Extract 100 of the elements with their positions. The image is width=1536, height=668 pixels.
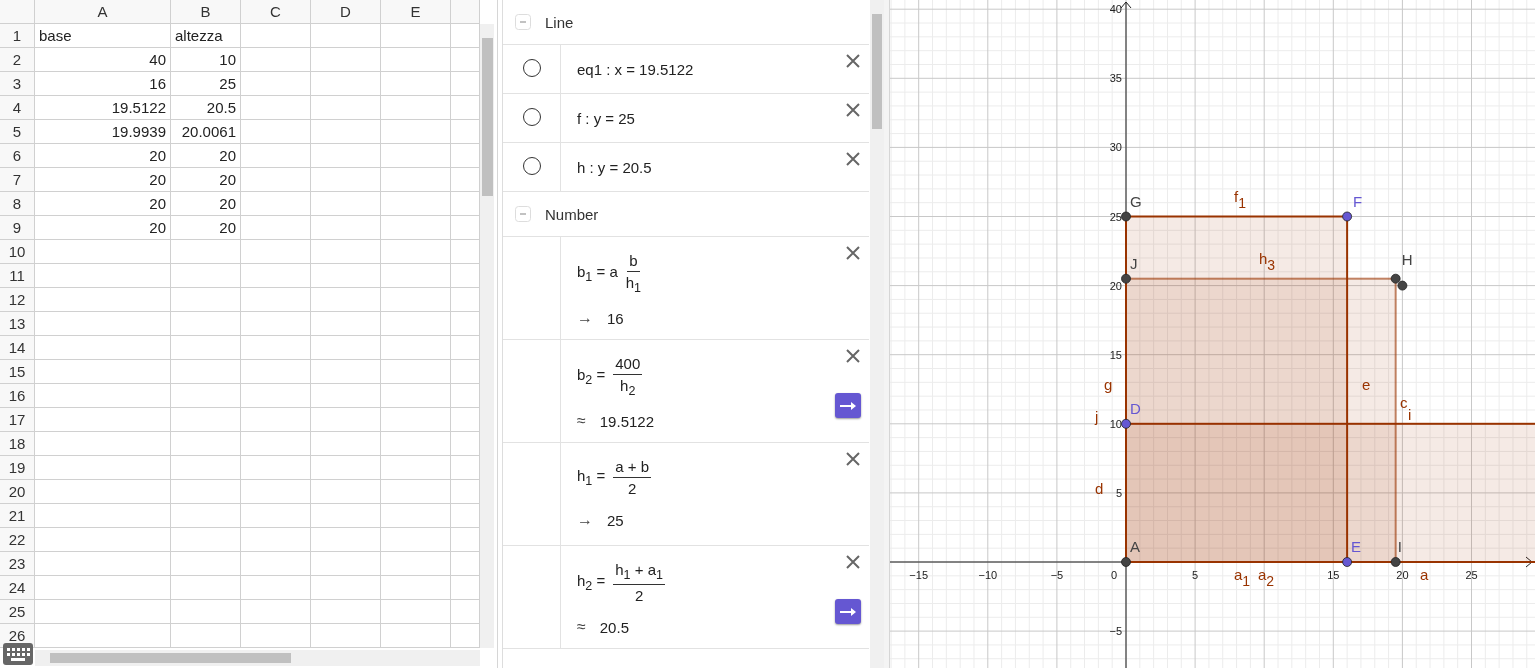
point-marker[interactable] <box>1342 557 1352 567</box>
empty-cell <box>311 168 381 192</box>
axis-tick-label: 35 <box>1109 72 1122 85</box>
axis-tick-label: 25 <box>1109 210 1122 223</box>
empty-cell <box>241 552 311 576</box>
graph-view[interactable]: −15 −10 −5 0 5 15 20 25 40 35 30 25 20 15 10 5 −5 f1 h3 g j e c i d a1 a2 a G F J H D A E I <box>890 0 1535 668</box>
axis-tick-label: −15 <box>909 569 929 581</box>
row-header[interactable]: 19 <box>0 456 35 480</box>
output-toggle-button[interactable] <box>835 599 861 624</box>
result-symbol: → <box>577 309 593 327</box>
empty-cell <box>171 600 241 624</box>
result-symbol: ≈ <box>577 618 586 636</box>
row-header[interactable]: 21 <box>0 504 35 528</box>
point-marker[interactable] <box>1390 273 1401 284</box>
formula-text: h$_{2}$ = <box>577 572 606 593</box>
empty-cell <box>171 528 241 552</box>
empty-cell <box>381 168 451 192</box>
empty-cell <box>171 624 241 648</box>
vertical-scrollbar[interactable] <box>480 24 494 648</box>
empty-cell <box>311 72 381 96</box>
empty-cell <box>311 432 381 456</box>
row-header[interactable]: 17 <box>0 408 35 432</box>
column-header[interactable]: A <box>35 0 171 24</box>
empty-cell <box>311 336 381 360</box>
empty-cell <box>171 288 241 312</box>
object-label: h3 <box>1259 250 1276 273</box>
column-header[interactable]: D <box>311 0 381 24</box>
empty-cell <box>381 576 451 600</box>
point-marker[interactable] <box>1397 280 1408 291</box>
row-header[interactable]: 14 <box>0 336 35 360</box>
row-header[interactable]: 16 <box>0 384 35 408</box>
row-header[interactable]: 23 <box>0 552 35 576</box>
empty-cell <box>241 144 311 168</box>
empty-cell <box>171 552 241 576</box>
empty-cell <box>311 216 381 240</box>
row-header[interactable]: 11 <box>0 264 35 288</box>
point-marker[interactable] <box>1121 557 1131 567</box>
column-header[interactable]: B <box>171 0 241 24</box>
point-marker[interactable] <box>1121 418 1131 429</box>
empty-cell <box>241 408 311 432</box>
empty-cell <box>241 48 311 72</box>
empty-cell <box>381 192 451 216</box>
row-header[interactable]: 25 <box>0 600 35 624</box>
row-header[interactable]: 20 <box>0 480 35 504</box>
empty-cell <box>241 168 311 192</box>
empty-cell <box>171 264 241 288</box>
row-header[interactable]: 6 <box>0 144 35 168</box>
empty-cell <box>241 216 311 240</box>
horizontal-scrollbar[interactable] <box>35 650 480 666</box>
row-header[interactable]: 2 <box>0 48 35 72</box>
algebra-row[interactable]: h$_{2}$ = h$_{1}$ + a$_{1}$ 2 ≈ 20.5 <box>503 546 869 649</box>
object-label: f1 <box>1234 188 1246 211</box>
object-label: i <box>1408 406 1412 423</box>
row-header[interactable]: 10 <box>0 240 35 264</box>
point-marker[interactable] <box>1342 211 1352 222</box>
column-header[interactable]: E <box>381 0 451 24</box>
row-header[interactable]: 7 <box>0 168 35 192</box>
row-header[interactable]: 1 <box>0 24 35 48</box>
empty-cell <box>171 432 241 456</box>
table-cell: altezza <box>171 24 241 48</box>
vertical-scrollbar[interactable] <box>870 0 884 668</box>
column-header[interactable]: C <box>241 0 311 24</box>
row-header[interactable]: 18 <box>0 432 35 456</box>
numerator-text: b <box>627 252 640 272</box>
rectangle-shape[interactable] <box>1125 277 1397 563</box>
keyboard-icon[interactable] <box>3 643 33 665</box>
output-toggle-button[interactable] <box>835 393 861 418</box>
empty-cell <box>241 432 311 456</box>
row-header[interactable]: 12 <box>0 288 35 312</box>
corner-cell <box>0 0 35 24</box>
row-header[interactable]: 15 <box>0 360 35 384</box>
empty-cell <box>241 504 311 528</box>
empty-cell <box>381 408 451 432</box>
point-marker[interactable] <box>1121 211 1131 222</box>
row-header[interactable]: 24 <box>0 576 35 600</box>
axis-tick-label: 25 <box>1465 569 1478 581</box>
row-header[interactable]: 4 <box>0 96 35 120</box>
point-marker[interactable] <box>1390 557 1401 567</box>
result-value: 16 <box>607 309 624 327</box>
point-marker[interactable] <box>1121 273 1131 284</box>
empty-cell <box>241 72 311 96</box>
empty-cell <box>241 456 311 480</box>
empty-cell <box>241 240 311 264</box>
object-label: a1 <box>1234 566 1251 589</box>
table-cell: 19.5122 <box>35 96 171 120</box>
row-header[interactable]: 22 <box>0 528 35 552</box>
empty-cell <box>311 576 381 600</box>
row-header[interactable]: 3 <box>0 72 35 96</box>
empty-cell <box>381 552 451 576</box>
empty-cell <box>381 48 451 72</box>
row-header[interactable]: 8 <box>0 192 35 216</box>
empty-cell <box>311 600 381 624</box>
empty-cell <box>171 384 241 408</box>
row-header[interactable]: 9 <box>0 216 35 240</box>
row-header[interactable]: 13 <box>0 312 35 336</box>
row-header[interactable]: 5 <box>0 120 35 144</box>
axis-tick-label: −5 <box>1109 625 1122 638</box>
empty-cell <box>381 432 451 456</box>
axis-tick-label: 40 <box>1109 3 1122 16</box>
empty-cell <box>241 312 311 336</box>
